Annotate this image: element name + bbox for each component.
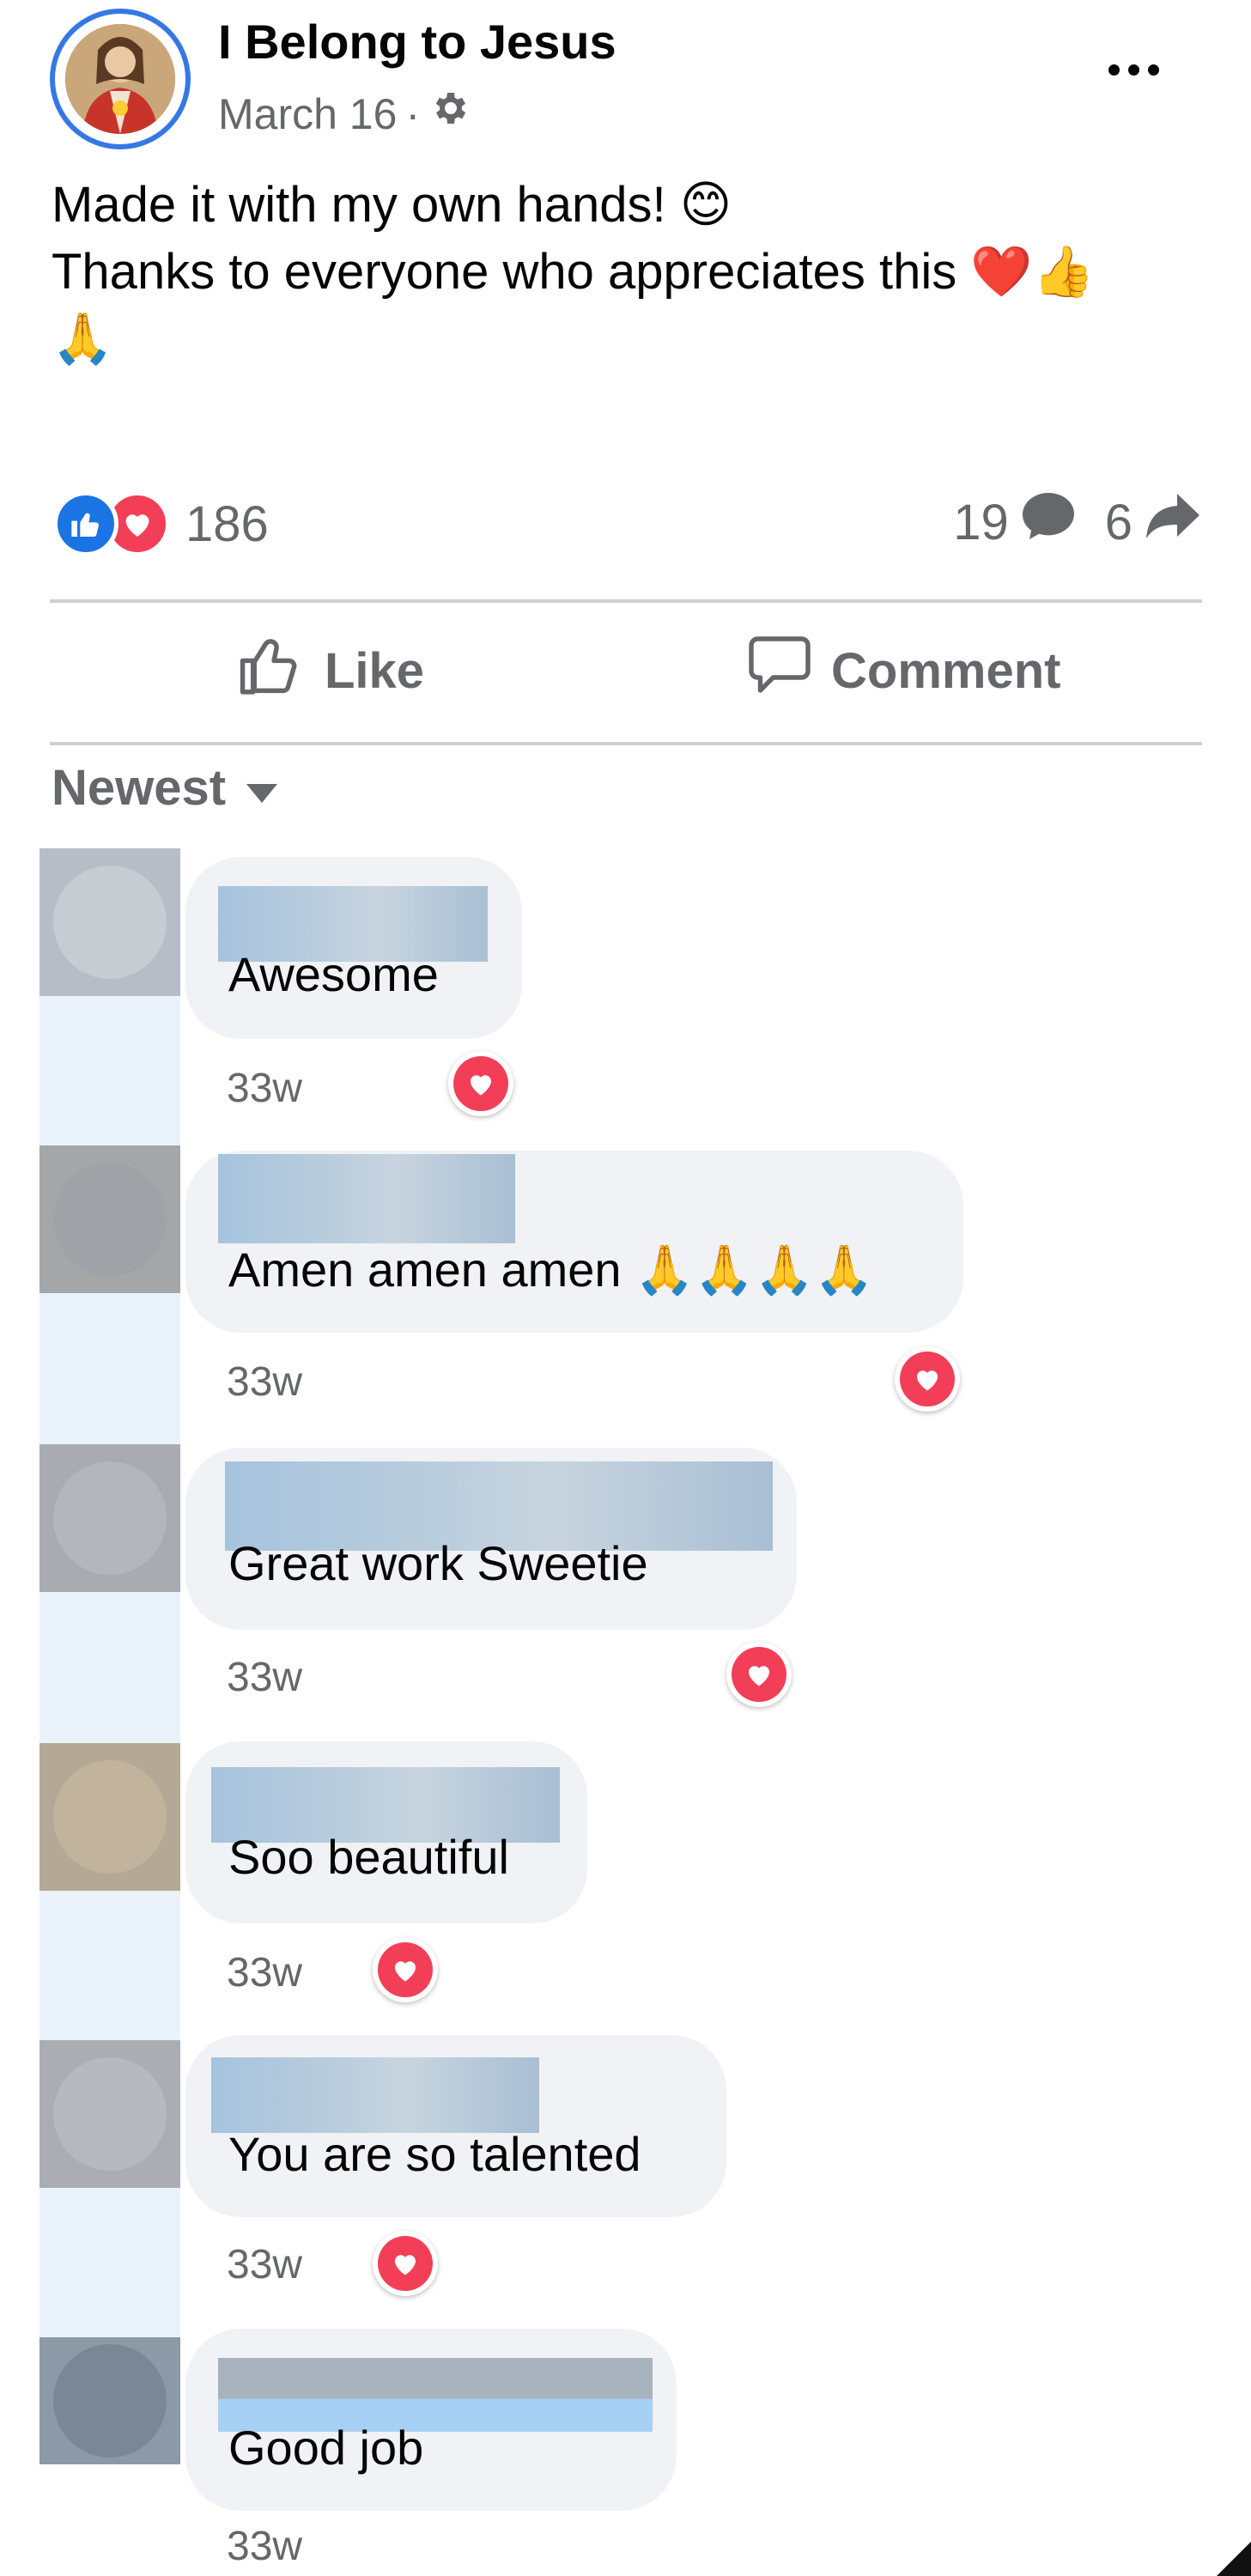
comment-text: Amen amen amen 🙏🙏🙏🙏 <box>228 1242 875 1297</box>
comment-bubble[interactable]: Soo beautiful <box>185 1741 587 1923</box>
gear-icon[interactable] <box>428 86 470 143</box>
comment-bubble[interactable]: Awesome <box>185 857 522 1039</box>
commenter-name-blurred <box>211 2057 539 2133</box>
comment-text: Awesome <box>228 947 439 1001</box>
share-arrow-icon[interactable] <box>1145 492 1201 552</box>
screen-corner <box>1217 2542 1251 2576</box>
commenter-avatar[interactable] <box>39 1145 180 1293</box>
comment-label: Comment <box>831 642 1061 699</box>
comment-bubble[interactable]: Amen amen amen 🙏🙏🙏🙏 <box>185 1151 963 1333</box>
love-reaction-icon[interactable] <box>726 1642 792 1707</box>
love-reaction-icon[interactable] <box>373 2231 438 2296</box>
comment-bubble[interactable]: Great work Sweetie <box>185 1448 797 1630</box>
comment-button[interactable]: Comment <box>747 631 1060 710</box>
post-stats: 19 6 <box>953 491 1201 553</box>
comment-avatar-column <box>39 848 180 2463</box>
comment-text: Good job <box>228 2421 424 2475</box>
comment-text: Soo beautiful <box>228 1830 509 1884</box>
post-text: Made it with my own hands! 😊 Thanks to e… <box>52 172 1202 373</box>
like-icon <box>53 491 118 556</box>
post-text-line: Thanks to everyone who appreciates this … <box>52 244 1095 300</box>
comment-timestamp[interactable]: 33w <box>227 1652 302 1704</box>
comment-timestamp[interactable]: 33w <box>227 1063 302 1115</box>
comment-bubble[interactable]: You are so talented <box>185 2035 726 2217</box>
post-date[interactable]: March 16 <box>218 86 397 143</box>
commenter-avatar[interactable] <box>39 1444 180 1592</box>
love-reaction-icon[interactable] <box>895 1346 960 1412</box>
love-reaction-icon[interactable] <box>448 1051 513 1116</box>
like-label: Like <box>325 642 425 699</box>
comment-bubble[interactable]: Good job <box>185 2329 677 2511</box>
comment-text: You are so talented <box>228 2127 641 2181</box>
post-meta: March 16 · <box>218 86 470 143</box>
thumbs-up-icon <box>237 632 306 709</box>
sort-dropdown[interactable]: Newest <box>52 759 279 817</box>
comment-timestamp[interactable]: 33w <box>227 2521 302 2573</box>
commenter-avatar[interactable] <box>39 1743 180 1891</box>
reaction-count: 186 <box>185 495 269 552</box>
page-name[interactable]: I Belong to Jesus <box>218 12 616 72</box>
like-button[interactable]: Like <box>237 631 424 710</box>
page-avatar-image <box>65 24 175 134</box>
sort-label: Newest <box>52 760 227 816</box>
commenter-name-blurred <box>218 1154 515 1243</box>
commenter-avatar[interactable] <box>39 848 180 996</box>
comment-timestamp[interactable]: 33w <box>227 1947 302 1999</box>
divider <box>50 742 1202 745</box>
commenter-avatar[interactable] <box>39 2337 180 2464</box>
meta-separator: · <box>405 90 421 138</box>
more-options-icon[interactable] <box>1099 48 1168 91</box>
post-text-line: Made it with my own hands! 😊 <box>52 177 732 233</box>
share-count[interactable]: 6 <box>1105 494 1133 551</box>
comment-timestamp[interactable]: 33w <box>227 1357 302 1408</box>
love-reaction-icon[interactable] <box>373 1937 438 2002</box>
divider <box>50 599 1202 603</box>
comment-timestamp[interactable]: 33w <box>227 2239 302 2291</box>
caret-down-icon <box>245 759 279 817</box>
page-avatar[interactable] <box>50 9 191 149</box>
comment-text: Great work Sweetie <box>228 1536 648 1590</box>
comment-count[interactable]: 19 <box>953 494 1009 551</box>
post-text-line: 🙏 <box>52 311 114 367</box>
commenter-avatar[interactable] <box>39 2040 180 2188</box>
comment-bubble-icon[interactable] <box>1021 491 1076 553</box>
reaction-summary[interactable]: 186 <box>53 491 269 556</box>
comment-icon <box>747 634 812 708</box>
